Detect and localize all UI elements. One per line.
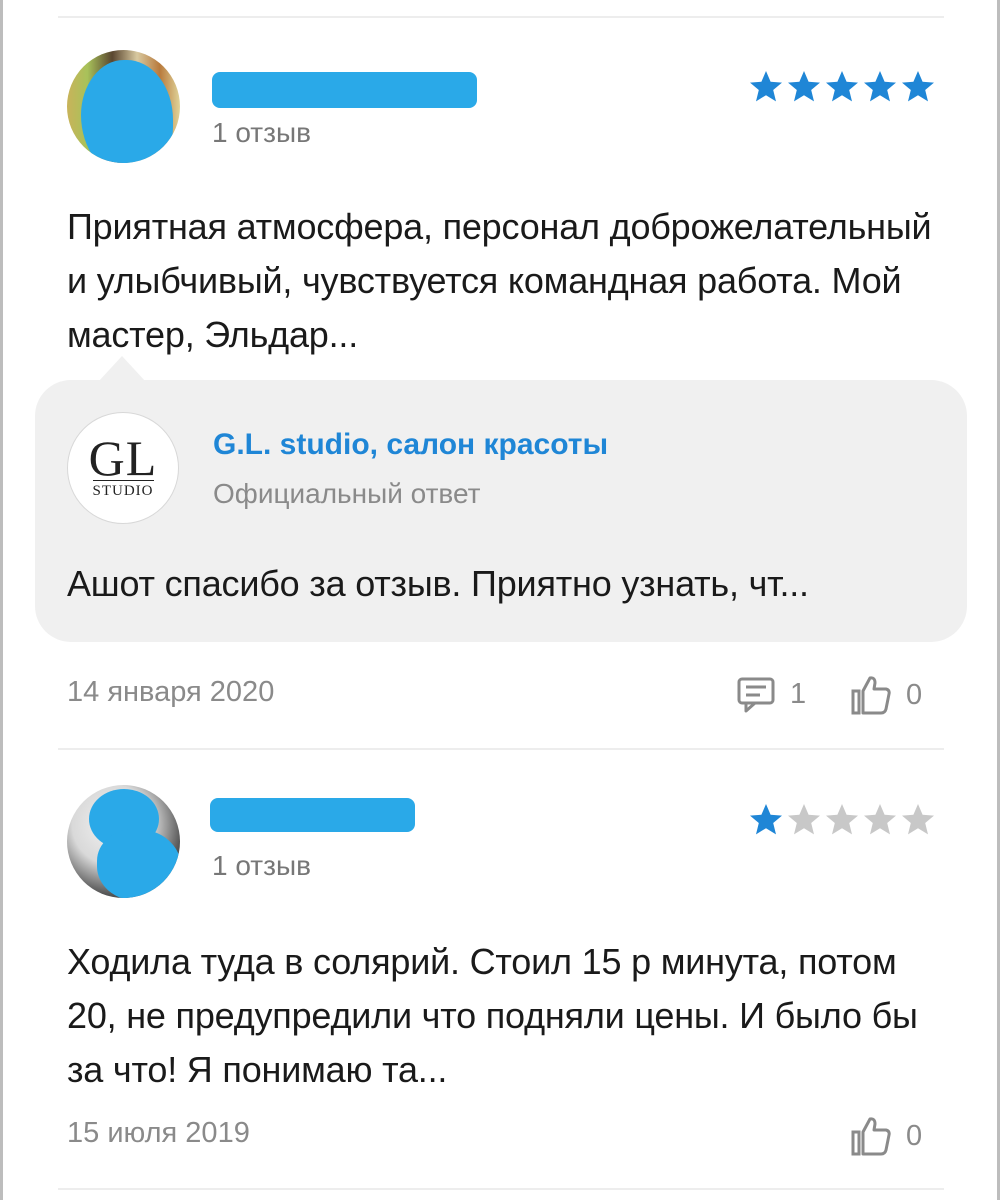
reply-text[interactable]: Ашот спасибо за отзыв. Приятно узнать, ч… bbox=[67, 563, 809, 605]
rating-stars bbox=[748, 802, 936, 838]
divider bbox=[58, 1188, 944, 1190]
org-logo-subtitle: STUDIO bbox=[92, 480, 154, 500]
comments-button[interactable]: 1 bbox=[736, 674, 806, 714]
reply-pointer bbox=[98, 356, 146, 382]
screen-edge-left bbox=[0, 0, 3, 1200]
review-date: 15 июля 2019 bbox=[67, 1117, 250, 1149]
star-filled-icon bbox=[750, 71, 782, 102]
star-filled-icon bbox=[788, 71, 820, 102]
star-filled-icon bbox=[902, 71, 934, 102]
review-text[interactable]: Приятная атмосфера, персонал доброжелате… bbox=[67, 200, 947, 362]
star-filled-icon bbox=[826, 71, 858, 102]
comment-icon bbox=[737, 677, 775, 713]
likes-count: 0 bbox=[906, 1119, 923, 1152]
star-filled-icon bbox=[864, 71, 896, 102]
thumbs-up-icon bbox=[851, 676, 891, 715]
like-button[interactable]: 0 bbox=[850, 1115, 922, 1157]
review-date: 14 января 2020 bbox=[67, 676, 275, 708]
divider bbox=[58, 748, 944, 750]
star-empty-icon bbox=[902, 804, 934, 835]
org-logo-mark: GL bbox=[88, 430, 158, 486]
review-text[interactable]: Ходила туда в солярий. Стоил 15 р минута… bbox=[67, 935, 947, 1097]
star-empty-icon bbox=[826, 804, 858, 835]
reviewer-name-redacted[interactable] bbox=[210, 798, 415, 832]
star-empty-icon bbox=[864, 804, 896, 835]
review-count: 1 отзыв bbox=[212, 850, 311, 881]
rating-stars bbox=[748, 69, 936, 105]
org-name-link[interactable]: G.L. studio, салон красоты bbox=[213, 428, 608, 462]
avatar[interactable] bbox=[67, 785, 180, 898]
likes-count: 0 bbox=[906, 678, 923, 711]
like-button[interactable]: 0 bbox=[850, 674, 922, 716]
divider bbox=[58, 16, 944, 18]
org-logo: GL STUDIO bbox=[67, 412, 179, 524]
official-reply[interactable]: GL STUDIO G.L. studio, салон красоты Офи… bbox=[35, 380, 967, 642]
reviewer-name-redacted[interactable] bbox=[212, 72, 477, 108]
reviews-page: 1 отзыв Приятная атмосфера, персонал доб… bbox=[0, 0, 1000, 1200]
comments-count: 1 bbox=[790, 677, 807, 710]
star-empty-icon bbox=[788, 804, 820, 835]
review-count: 1 отзыв bbox=[212, 117, 311, 148]
thumbs-up-icon bbox=[851, 1117, 891, 1156]
avatar[interactable] bbox=[67, 50, 180, 163]
star-filled-icon bbox=[750, 804, 782, 835]
official-reply-label: Официальный ответ bbox=[213, 478, 481, 509]
